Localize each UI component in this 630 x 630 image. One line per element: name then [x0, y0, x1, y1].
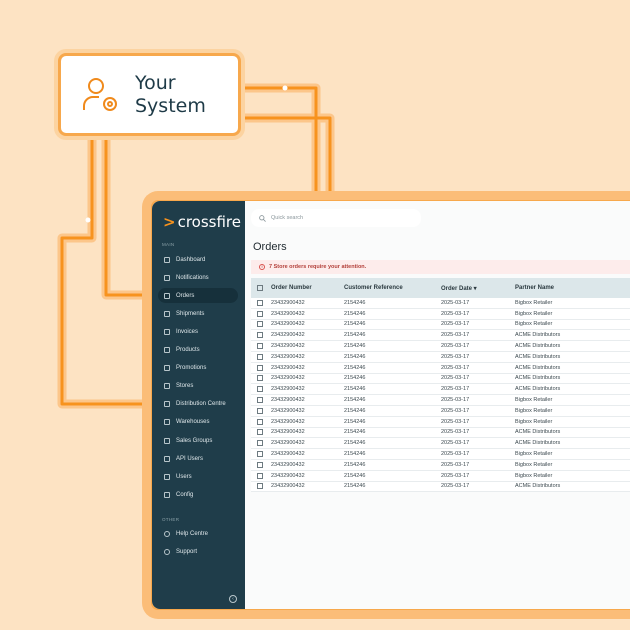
- sidebar-item-dashboard[interactable]: Dashboard: [158, 252, 238, 267]
- stores-icon: [164, 383, 170, 390]
- app-window: > crossfire MAIN Dashboard Notifications Or…: [152, 201, 630, 609]
- table-row[interactable]: 23432900432 2154246 2025-03-17 ACME Distrib…: [251, 373, 630, 385]
- api-users-icon: [164, 455, 170, 462]
- notifications-icon: [164, 274, 170, 281]
- table-row[interactable]: 23432900432 2154246 2025-03-17 ACME Distrib…: [251, 341, 630, 352]
- sidebar-item-promotions[interactable]: Promotions: [158, 361, 238, 376]
- select-all-checkbox[interactable]: [257, 285, 263, 291]
- sidebar-item-config[interactable]: Config: [158, 487, 238, 502]
- table-row[interactable]: 23432900432 2154246 2025-03-17 ACME Distrib…: [251, 362, 630, 374]
- row-checkbox[interactable]: [257, 332, 263, 339]
- table-row[interactable]: 23432900432 2154246 2025-03-17 Bigbox Retai…: [251, 298, 630, 309]
- sidebar-item-sales-groups[interactable]: Sales Groups: [158, 433, 238, 448]
- logo: > crossfire: [163, 213, 241, 231]
- table-row[interactable]: 23432900432 2154246 2025-03-17 Bigbox Retai…: [251, 308, 630, 320]
- sidebar-item-users[interactable]: Users: [158, 469, 238, 484]
- row-checkbox[interactable]: [257, 429, 263, 436]
- sidebar-item-shipments[interactable]: Shipments: [158, 306, 238, 321]
- col-order-number[interactable]: Order Number: [271, 285, 344, 291]
- users-icon: [164, 473, 170, 480]
- row-checkbox[interactable]: [257, 407, 263, 414]
- table-row[interactable]: 23432900432 2154246 2025-03-17 Bigbox Retai…: [251, 395, 630, 406]
- row-checkbox[interactable]: [257, 451, 263, 458]
- row-checkbox[interactable]: [257, 364, 263, 371]
- sidebar-item-products[interactable]: Products: [158, 343, 238, 358]
- sidebar-item-stores[interactable]: Stores: [158, 379, 238, 394]
- alert-banner: ! 7 Store orders require your attention.: [251, 260, 630, 274]
- row-checkbox[interactable]: [257, 397, 263, 404]
- search-input[interactable]: Quick search: [251, 209, 421, 227]
- row-checkbox[interactable]: [257, 375, 263, 382]
- table-row[interactable]: 23432900432 2154246 2025-03-17 ACME Distrib…: [251, 330, 630, 342]
- distribution-centre-icon: [164, 401, 170, 408]
- row-checkbox[interactable]: [257, 310, 263, 317]
- system-title: Your System: [135, 71, 206, 117]
- connector-dot: [85, 217, 91, 223]
- table-row[interactable]: 23432900432 2154246 2025-03-17 ACME Distrib…: [251, 438, 630, 450]
- row-checkbox[interactable]: [257, 321, 263, 328]
- row-checkbox[interactable]: [257, 440, 263, 447]
- support-icon: [164, 548, 170, 555]
- col-partner-name[interactable]: Partner Name: [515, 285, 630, 291]
- col-order-date[interactable]: Order Date ▾: [441, 285, 515, 292]
- sales-groups-icon: [164, 437, 170, 444]
- row-checkbox[interactable]: [257, 461, 263, 468]
- table-row[interactable]: 23432900432 2154246 2025-03-17 ACME Distrib…: [251, 351, 630, 363]
- section-main-label: MAIN: [162, 242, 175, 247]
- warehouses-icon: [164, 419, 170, 426]
- help-centre-icon: [164, 530, 170, 537]
- col-customer-reference[interactable]: Customer Reference: [344, 285, 441, 291]
- row-checkbox[interactable]: [257, 472, 263, 479]
- table-header: Order Number Customer Reference Order Da…: [251, 278, 630, 298]
- products-icon: [164, 347, 170, 353]
- sidebar-item-help-centre[interactable]: Help Centre: [158, 526, 238, 541]
- table-row[interactable]: 23432900432 2154246 2025-03-17 ACME Distrib…: [251, 427, 630, 439]
- dashboard-icon: [164, 256, 170, 263]
- row-checkbox[interactable]: [257, 386, 263, 393]
- table-row[interactable]: 23432900432 2154246 2025-03-17 Bigbox Retai…: [251, 416, 630, 428]
- search-icon: [259, 214, 266, 222]
- orders-table: Order Number Customer Reference Order Da…: [251, 278, 630, 493]
- section-other-label: OTHER: [162, 517, 180, 522]
- sidebar-item-distribution-centre[interactable]: Distribution Centre: [158, 397, 238, 412]
- your-system-card: Your System: [58, 53, 241, 136]
- sidebar-item-support[interactable]: Support: [158, 544, 238, 559]
- connector-dot: [282, 85, 288, 91]
- sidebar-item-api-users[interactable]: API Users: [158, 451, 238, 466]
- table-row[interactable]: 23432900432 2154246 2025-03-17 Bigbox Retai…: [251, 319, 630, 331]
- row-checkbox[interactable]: [257, 353, 263, 360]
- invoices-icon: [164, 328, 170, 335]
- row-checkbox[interactable]: [257, 418, 263, 425]
- sidebar: > crossfire MAIN Dashboard Notifications Or…: [152, 201, 245, 609]
- table-row[interactable]: 23432900432 2154246 2025-03-17 ACME Distrib…: [251, 481, 630, 493]
- page-title: Orders: [253, 241, 287, 253]
- orders-icon: [164, 292, 170, 299]
- row-checkbox[interactable]: [257, 483, 263, 490]
- alert-icon: !: [259, 264, 265, 270]
- collapse-sidebar-button[interactable]: ‹: [229, 595, 237, 603]
- table-row[interactable]: 23432900432 2154246 2025-03-17 Bigbox Retai…: [251, 405, 630, 417]
- main-content: Quick search Orders ! 7 Store orders req…: [245, 201, 630, 609]
- sidebar-item-warehouses[interactable]: Warehouses: [158, 415, 238, 430]
- table-row[interactable]: 23432900432 2154246 2025-03-17 ACME Distrib…: [251, 384, 630, 396]
- promotions-icon: [164, 365, 170, 372]
- shipments-icon: [164, 310, 170, 317]
- row-checkbox[interactable]: [257, 343, 263, 350]
- row-checkbox[interactable]: [257, 299, 263, 306]
- config-icon: [164, 491, 170, 498]
- sidebar-item-notifications[interactable]: Notifications: [158, 270, 238, 285]
- table-row[interactable]: 23432900432 2154246 2025-03-17 Bigbox Retai…: [251, 459, 630, 471]
- table-row[interactable]: 23432900432 2154246 2025-03-17 Bigbox Retai…: [251, 449, 630, 460]
- sidebar-item-invoices[interactable]: Invoices: [158, 324, 238, 339]
- user-gear-icon: [83, 77, 117, 111]
- table-row[interactable]: 23432900432 2154246 2025-03-17 Bigbox Retai…: [251, 470, 630, 482]
- sidebar-item-orders[interactable]: Orders: [158, 288, 238, 304]
